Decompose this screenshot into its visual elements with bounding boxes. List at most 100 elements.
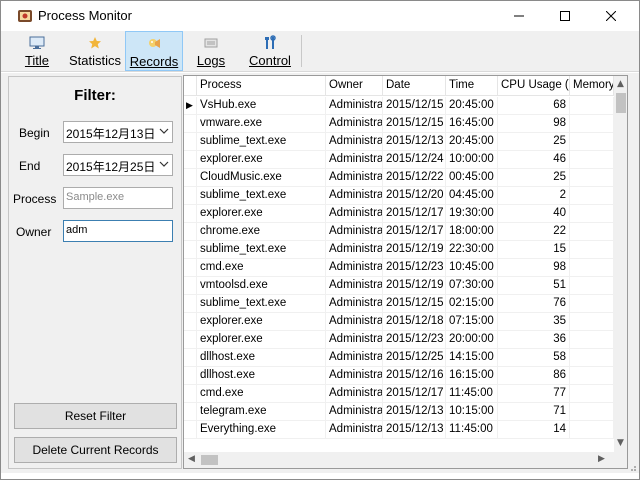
table-cell[interactable]: 16:45:00: [446, 115, 498, 133]
table-cell[interactable]: 10:45:00: [446, 259, 498, 277]
table-cell[interactable]: [570, 421, 614, 439]
table-cell[interactable]: 25: [498, 133, 570, 151]
row-selector[interactable]: [184, 331, 197, 349]
column-header[interactable]: Owner: [326, 76, 383, 96]
table-cell[interactable]: 20:45:00: [446, 97, 498, 115]
vertical-scroll-thumb[interactable]: [616, 93, 626, 113]
tab-records[interactable]: Records: [125, 31, 183, 71]
table-cell[interactable]: 98: [498, 259, 570, 277]
table-cell[interactable]: cmd.exe: [197, 385, 326, 403]
table-cell[interactable]: [570, 169, 614, 187]
table-cell[interactable]: dllhost.exe: [197, 349, 326, 367]
table-cell[interactable]: 2015/12/19: [383, 277, 446, 295]
table-cell[interactable]: Administrat: [326, 295, 383, 313]
scroll-left-icon[interactable]: ◀: [188, 454, 195, 464]
table-cell[interactable]: [570, 205, 614, 223]
table-row[interactable]: explorer.exe Administrat 2015/12/24 10:00:0…: [184, 151, 614, 169]
table-cell[interactable]: 2015/12/20: [383, 187, 446, 205]
table-cell[interactable]: 58: [498, 349, 570, 367]
table-cell[interactable]: Administrat: [326, 421, 383, 439]
table-cell[interactable]: 11:45:00: [446, 385, 498, 403]
table-cell[interactable]: 2015/12/13: [383, 403, 446, 421]
table-cell[interactable]: Administrat: [326, 223, 383, 241]
process-input[interactable]: Sample.exe: [63, 187, 173, 209]
table-cell[interactable]: Administrat: [326, 385, 383, 403]
table-cell[interactable]: Administrat: [326, 205, 383, 223]
delete-records-button[interactable]: Delete Current Records: [14, 437, 177, 463]
table-cell[interactable]: explorer.exe: [197, 331, 326, 349]
minimize-button[interactable]: [496, 1, 542, 31]
begin-date-picker[interactable]: 2015年12月13日: [63, 121, 173, 143]
row-selector[interactable]: [184, 349, 197, 367]
close-button[interactable]: [588, 1, 634, 31]
column-header[interactable]: Time: [446, 76, 498, 96]
table-row[interactable]: vmtoolsd.exe Administrat 2015/12/19 07:30:0…: [184, 277, 614, 295]
table-cell[interactable]: 07:15:00: [446, 313, 498, 331]
table-cell[interactable]: 15: [498, 241, 570, 259]
table-cell[interactable]: 98: [498, 115, 570, 133]
table-cell[interactable]: [570, 187, 614, 205]
table-cell[interactable]: dllhost.exe: [197, 367, 326, 385]
horizontal-scroll-thumb[interactable]: [201, 455, 218, 465]
row-selector[interactable]: [184, 277, 197, 295]
table-cell[interactable]: sublime_text.exe: [197, 133, 326, 151]
column-header[interactable]: CPU Usage (s): [498, 76, 570, 96]
row-selector[interactable]: [184, 205, 197, 223]
table-row[interactable]: sublime_text.exe Administrat 2015/12/19 22:…: [184, 241, 614, 259]
table-cell[interactable]: 2015/12/13: [383, 133, 446, 151]
table-cell[interactable]: [570, 367, 614, 385]
table-cell[interactable]: 2015/12/17: [383, 385, 446, 403]
row-selector[interactable]: [184, 385, 197, 403]
table-cell[interactable]: explorer.exe: [197, 205, 326, 223]
table-cell[interactable]: 20:45:00: [446, 133, 498, 151]
tab-logs[interactable]: Logs: [187, 31, 235, 71]
table-cell[interactable]: 11:45:00: [446, 421, 498, 439]
table-row[interactable]: cmd.exe Administrat 2015/12/17 11:45:00 77: [184, 385, 614, 403]
resize-grip-icon[interactable]: [627, 461, 637, 471]
table-cell[interactable]: Administrat: [326, 367, 383, 385]
table-cell[interactable]: VsHub.exe: [197, 97, 326, 115]
table-cell[interactable]: 10:00:00: [446, 151, 498, 169]
table-cell[interactable]: explorer.exe: [197, 151, 326, 169]
table-cell[interactable]: 2015/12/24: [383, 151, 446, 169]
owner-input[interactable]: adm: [63, 220, 173, 242]
row-selector[interactable]: [184, 295, 197, 313]
table-cell[interactable]: 14:15:00: [446, 349, 498, 367]
table-cell[interactable]: 86: [498, 367, 570, 385]
table-cell[interactable]: [570, 223, 614, 241]
table-cell[interactable]: 76: [498, 295, 570, 313]
table-cell[interactable]: 2015/12/17: [383, 205, 446, 223]
column-header[interactable]: Memory: [570, 76, 614, 96]
row-selector[interactable]: [184, 403, 197, 421]
row-selector[interactable]: [184, 169, 197, 187]
table-row[interactable]: telegram.exe Administrat 2015/12/13 10:15:0…: [184, 403, 614, 421]
table-row[interactable]: dllhost.exe Administrat 2015/12/16 16:15:00…: [184, 367, 614, 385]
table-cell[interactable]: 51: [498, 277, 570, 295]
table-cell[interactable]: 10:15:00: [446, 403, 498, 421]
row-selector[interactable]: [184, 187, 197, 205]
table-cell[interactable]: 2015/12/22: [383, 169, 446, 187]
table-cell[interactable]: 40: [498, 205, 570, 223]
table-cell[interactable]: Administrat: [326, 277, 383, 295]
tab-statistics[interactable]: Statistics: [65, 31, 125, 71]
table-cell[interactable]: 2015/12/23: [383, 331, 446, 349]
table-cell[interactable]: 68: [498, 97, 570, 115]
table-cell[interactable]: [570, 385, 614, 403]
table-cell[interactable]: chrome.exe: [197, 223, 326, 241]
table-row[interactable]: CloudMusic.exe Administrat 2015/12/22 00:45…: [184, 169, 614, 187]
vertical-scrollbar[interactable]: ▲ ▼: [614, 76, 627, 452]
table-cell[interactable]: [570, 241, 614, 259]
table-cell[interactable]: 04:45:00: [446, 187, 498, 205]
maximize-button[interactable]: [542, 1, 588, 31]
table-cell[interactable]: [570, 349, 614, 367]
row-selector[interactable]: ▶: [184, 97, 197, 115]
tab-control[interactable]: Control: [241, 31, 299, 71]
table-cell[interactable]: 2015/12/18: [383, 313, 446, 331]
table-cell[interactable]: [570, 151, 614, 169]
table-cell[interactable]: 19:30:00: [446, 205, 498, 223]
table-cell[interactable]: cmd.exe: [197, 259, 326, 277]
table-cell[interactable]: Administrat: [326, 97, 383, 115]
table-cell[interactable]: sublime_text.exe: [197, 241, 326, 259]
table-cell[interactable]: Administrat: [326, 331, 383, 349]
table-cell[interactable]: 2015/12/16: [383, 367, 446, 385]
